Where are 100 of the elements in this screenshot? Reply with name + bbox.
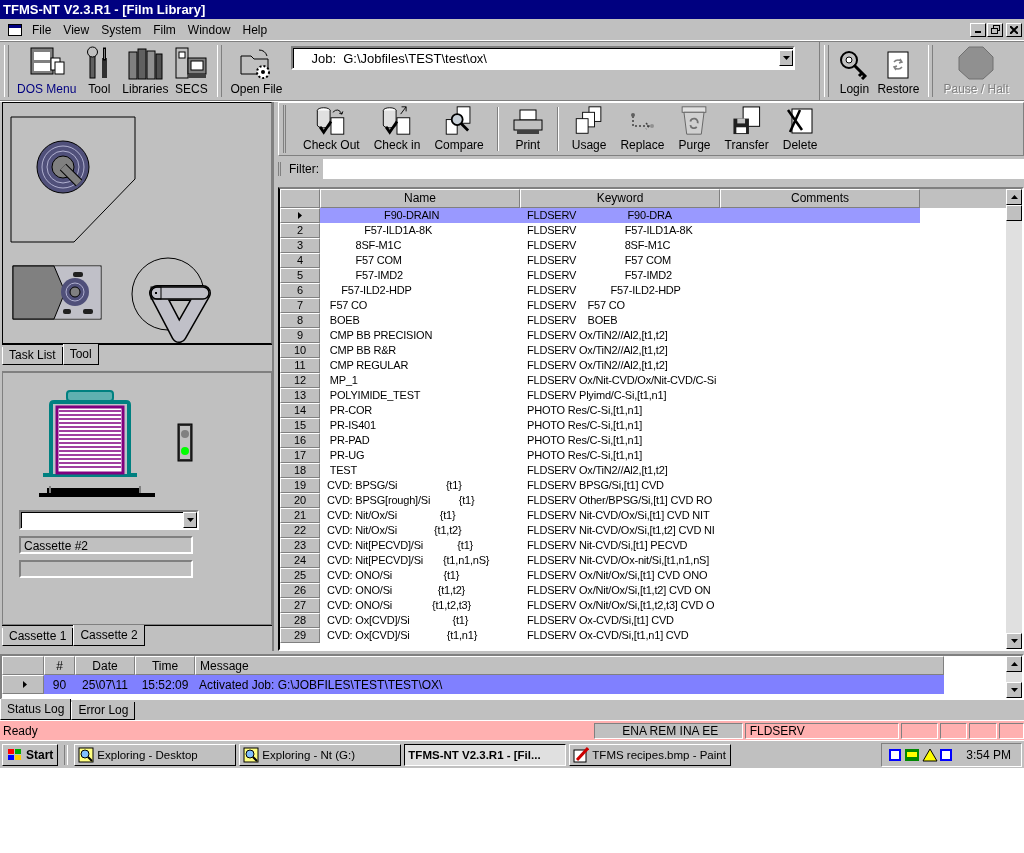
table-row[interactable]: CVD: BPSG[rough]/Si {t1} FLDSERV Other/BPSG/Si,[t1] CVD RO xyxy=(320,492,920,508)
table-row[interactable]: CVD: Nit[PECVD]/Si {t1} FLDSERV Nit-CVD/Si,[t1] PECVD xyxy=(320,537,920,553)
table-row[interactable]: CMP BB R&R FLDSERV Ox/TiN2//Al2,[t1,t2] xyxy=(320,342,920,358)
column-header[interactable]: # xyxy=(44,656,75,676)
tab[interactable]: Cassette 1 xyxy=(2,627,74,646)
tab[interactable]: Cassette 2 xyxy=(73,624,145,646)
table-row[interactable]: CVD: Nit[PECVD]/Si {t1,n1,nS} FLDSERV Nit-CVD/Ox-nit/Si,[t1,n1,nS] xyxy=(320,552,920,568)
table-cell-text: FLDSERV Ox/TiN2//Al2,[t1,t2] xyxy=(526,462,669,478)
taskbar-button[interactable]: TFMS recipes.bmp - Paint xyxy=(569,743,732,766)
table-row[interactable]: TEST FLDSERV Ox/TiN2//Al2,[t1,t2] xyxy=(320,462,920,478)
table-row[interactable]: POLYIMIDE_TEST FLDSERV Plyimd/C-Si,[t1,n1] xyxy=(320,387,920,403)
table-row[interactable]: CMP BB PRECISION FLDSERV Ox/TiN2//Al2,[t1,t2] xyxy=(320,327,920,343)
scroll-up-icon[interactable] xyxy=(1010,662,1018,667)
tab[interactable]: Error Log xyxy=(71,701,136,720)
table-row[interactable]: CVD: Nit/Ox/Si {t1,t2} FLDSERV Nit-CVD/Ox/Si,[t1,t2] CVD NI xyxy=(320,522,920,538)
column-header[interactable]: Name xyxy=(320,188,520,208)
menu-item[interactable]: Help xyxy=(236,22,274,37)
table-cell-text: TEST xyxy=(328,462,358,478)
column-header[interactable]: Comments xyxy=(720,188,920,208)
filter-field[interactable] xyxy=(323,158,1024,179)
minimize-button[interactable] xyxy=(970,22,986,37)
job-combo-box[interactable]: Job: G:\Jobfiles\TEST\test\ox\ xyxy=(291,46,796,71)
table-cell-text: FLDSERV Ox/Nit/Ox/Si,[t1,t2] CVD ON xyxy=(526,582,712,598)
table-row[interactable]: CMP REGULAR FLDSERV Ox/TiN2//Al2,[t1,t2] xyxy=(320,357,920,373)
table-cell-text: PR-PAD xyxy=(328,432,371,448)
table-row[interactable]: F57 CO FLDSERV F57 CO xyxy=(320,297,920,313)
table-row[interactable]: F57 COM FLDSERV F57 COM xyxy=(320,252,920,268)
table-cell-text: FLDSERV F57-ILD1A-8K xyxy=(526,222,694,238)
cassette-combo-box[interactable] xyxy=(19,509,199,530)
books-icon xyxy=(127,45,164,80)
table-cell-text: FLDSERV Ox/TiN2//Al2,[t1,t2] xyxy=(526,327,669,343)
table-cell-text: F57 CO xyxy=(328,297,369,313)
table-cell-text: FLDSERV BOEB xyxy=(526,312,619,328)
table-cell-text: FLDSERV Ox-CVD/Si,[t1] CVD xyxy=(526,612,675,628)
vertical-scrollbar[interactable] xyxy=(1006,188,1022,650)
table-cell-text: PR-COR xyxy=(328,402,374,418)
table-row[interactable]: 8SF-M1C FLDSERV 8SF-M1C xyxy=(320,237,920,253)
table-cell-text: PR-UG xyxy=(328,447,366,463)
vertical-scrollbar[interactable] xyxy=(1006,656,1022,698)
table-row[interactable]: CVD: Ox[CVD]/Si {t1} FLDSERV Ox-CVD/Si,[t1] CVD xyxy=(320,612,920,628)
table-cell-text: CVD: BPSG/Si {t1} xyxy=(326,477,463,493)
scroll-up-icon[interactable] xyxy=(1010,194,1018,199)
status-panel: ENA REM INA EE xyxy=(593,722,743,739)
table-row[interactable]: MP_1 FLDSERV Ox/Nit-CVD/Ox/Nit-CVD/C-Si xyxy=(320,372,920,388)
table-cell-text: FLDSERV Nit-CVD/Si,[t1] PECVD xyxy=(526,537,689,553)
table-cell-text: F57-IMD2 xyxy=(354,267,404,283)
table-row[interactable]: PR-PAD PHOTO Res/C-Si,[t1,n1] xyxy=(320,432,920,448)
scroll-down-icon[interactable] xyxy=(1010,687,1018,692)
table-cell-text: F57-ILD2-HDP xyxy=(340,282,413,298)
clock: 3:54 PM xyxy=(966,747,1011,762)
column-header[interactable]: Keyword xyxy=(520,188,720,208)
magnifier-window-icon xyxy=(78,746,95,763)
close-button[interactable] xyxy=(1006,22,1022,37)
table-cell-text: CMP BB PRECISION xyxy=(328,327,434,343)
table-cell-text: FLDSERV F57 COM xyxy=(526,252,672,268)
start-button[interactable]: Start xyxy=(2,743,59,766)
scroll-down-icon[interactable] xyxy=(1010,639,1018,644)
tab[interactable]: Status Log xyxy=(0,698,72,720)
table-cell-text: CVD: Nit/Ox/Si {t1,t2} xyxy=(326,522,463,538)
stop-sign-icon xyxy=(958,45,995,80)
column-header[interactable]: Time xyxy=(135,656,195,676)
column-header[interactable]: Message xyxy=(195,656,944,676)
table-cell-text: FLDSERV Nit-CVD/Ox/Si,[t1,t2] CVD NI xyxy=(526,522,716,538)
window-icon[interactable] xyxy=(8,23,22,36)
table-row[interactable]: F57-IMD2 FLDSERV F57-IMD2 xyxy=(320,267,920,283)
table-cell-text: FLDSERV F57-IMD2 xyxy=(526,267,673,283)
restore-button[interactable] xyxy=(987,22,1003,37)
menu-item[interactable]: File xyxy=(26,22,58,37)
menu-item[interactable]: System xyxy=(95,22,148,37)
table-row[interactable]: F57-ILD2-HDP FLDSERV F57-ILD2-HDP xyxy=(320,282,920,298)
table-row[interactable]: PR-COR PHOTO Res/C-Si,[t1,n1] xyxy=(320,402,920,418)
table-cell-text: MP_1 xyxy=(328,372,359,388)
table-row[interactable]: CVD: ONO/Si {t1,t2} FLDSERV Ox/Nit/Ox/Si,[t1,t2] CVD ON xyxy=(320,582,920,598)
table-cell-text: FLDSERV Ox/Nit/Ox/Si,[t1] CVD ONO xyxy=(526,567,709,583)
printer-icon xyxy=(511,107,544,136)
table-row[interactable]: BOEB FLDSERV BOEB xyxy=(320,312,920,328)
menu-item[interactable]: Film xyxy=(147,22,182,37)
table-row[interactable]: PR-IS401 PHOTO Res/C-Si,[t1,n1] xyxy=(320,417,920,433)
tab[interactable]: Task List xyxy=(2,346,63,365)
column-header[interactable]: Date xyxy=(75,656,135,676)
menu-item[interactable]: Window xyxy=(181,22,237,37)
table-row[interactable]: CVD: Ox[CVD]/Si {t1,n1} FLDSERV Ox-CVD/Si,[t1,n1] CVD xyxy=(320,627,920,643)
taskbar-button[interactable]: Exploring - Nt (G:) xyxy=(239,743,402,766)
table-cell-text: Activated Job: G:\JOBFILES\TEST\TEST\OX\ xyxy=(198,676,444,694)
table-row[interactable]: CVD: BPSG/Si {t1} FLDSERV BPSG/Si,[t1] CVD xyxy=(320,477,920,493)
windows-logo-icon xyxy=(7,747,23,762)
minimize-icon xyxy=(975,31,981,34)
table-row[interactable]: CVD: ONO/Si {t1} FLDSERV Ox/Nit/Ox/Si,[t1] CVD ONO xyxy=(320,567,920,583)
table-cell-text: FLDSERV F90-DRA xyxy=(526,207,673,223)
current-row-arrow-icon xyxy=(23,681,27,689)
menu-item[interactable]: View xyxy=(57,22,96,37)
log-row[interactable]: 90 25\07\11 15:52:09 Activated Job: G:\JOBFILES\TEST\TEST\OX\ xyxy=(44,675,944,695)
table-row[interactable]: PR-UG PHOTO Res/C-Si,[t1,n1] xyxy=(320,447,920,463)
table-row[interactable]: CVD: ONO/Si {t1,t2,t3} FLDSERV Ox/Nit/Ox/Si,[t1,t2,t3] CVD O xyxy=(320,597,920,613)
table-row[interactable]: F57-ILD1A-8K FLDSERV F57-ILD1A-8K xyxy=(320,222,920,238)
taskbar-button[interactable]: TFMS-NT V2.3.R1 - [Fil... xyxy=(404,743,567,766)
taskbar-button[interactable]: Exploring - Desktop xyxy=(74,743,237,766)
table-cell-text: CMP REGULAR xyxy=(328,357,410,373)
table-cell-text: CVD: Nit[PECVD]/Si {t1,n1,nS} xyxy=(326,552,491,568)
table-row[interactable]: CVD: Nit/Ox/Si {t1} FLDSERV Nit-CVD/Ox/Si,[t1] CVD NIT xyxy=(320,507,920,523)
